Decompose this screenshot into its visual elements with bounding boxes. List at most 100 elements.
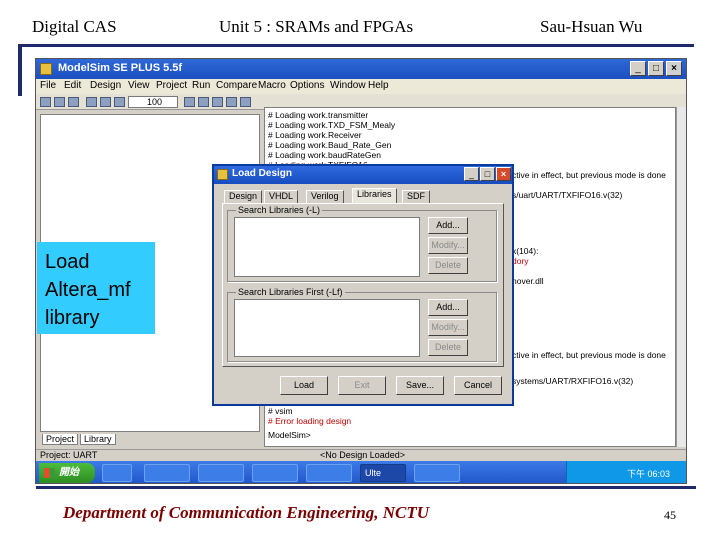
header-accent-bar bbox=[18, 44, 22, 96]
menu-compare[interactable]: Compare bbox=[216, 80, 257, 91]
minimize-button[interactable]: _ bbox=[630, 61, 646, 76]
header-divider bbox=[18, 44, 694, 47]
start-button[interactable]: 開始 bbox=[39, 463, 95, 483]
dialog-minimize-button[interactable]: _ bbox=[464, 167, 479, 181]
taskbar-item[interactable] bbox=[414, 464, 460, 482]
windows-logo-icon bbox=[44, 468, 55, 478]
menu-file[interactable]: File bbox=[40, 80, 56, 91]
exit-button[interactable]: Exit bbox=[338, 376, 386, 395]
status-design: <No Design Loaded> bbox=[320, 450, 406, 460]
menu-options[interactable]: Options bbox=[290, 80, 324, 91]
tab-design[interactable]: Design bbox=[224, 190, 263, 203]
callout-box: Load Altera_mf library bbox=[37, 242, 155, 334]
status-project: Project: UART bbox=[40, 450, 98, 460]
new-file-icon[interactable] bbox=[40, 97, 51, 107]
app-icon bbox=[40, 63, 52, 75]
menu-run[interactable]: Run bbox=[192, 80, 210, 91]
tab-vhdl[interactable]: VHDL bbox=[264, 190, 299, 203]
transcript-line: # Loading work.baudRateGen bbox=[268, 150, 381, 160]
transcript-fragment: hover.dll bbox=[512, 276, 544, 286]
tab-project[interactable]: Project bbox=[42, 434, 79, 445]
transcript-line: # vsim bbox=[268, 406, 293, 416]
dialog-titlebar: Load Design _ □ × bbox=[214, 166, 512, 184]
save-settings-button[interactable]: Save... bbox=[396, 376, 444, 395]
open-file-icon[interactable] bbox=[54, 97, 65, 107]
delete-first-library-button[interactable]: Delete bbox=[428, 339, 468, 356]
status-bar: Project: UART <No Design Loaded> bbox=[36, 449, 686, 461]
save-icon[interactable] bbox=[68, 97, 79, 107]
start-label: 開始 bbox=[59, 467, 79, 478]
tab-library[interactable]: Library bbox=[80, 434, 116, 445]
cancel-button[interactable]: Cancel bbox=[454, 376, 502, 395]
modify-library-button[interactable]: Modify... bbox=[428, 237, 468, 254]
transcript-line: # Loading work.Baud_Rate_Gen bbox=[268, 140, 392, 150]
load-design-dialog: Load Design _ □ × Design VHDL Verilog Li… bbox=[212, 164, 514, 406]
menu-macro[interactable]: Macro bbox=[258, 80, 286, 91]
search-libraries-list[interactable] bbox=[234, 217, 420, 277]
close-button[interactable]: × bbox=[666, 61, 682, 76]
break-icon[interactable] bbox=[240, 97, 251, 107]
transcript-error-line: # Error loading design bbox=[268, 416, 352, 426]
dialog-icon bbox=[217, 169, 228, 180]
menu-bar: File Edit Design View Project Run Compar… bbox=[36, 79, 686, 94]
tab-verilog[interactable]: Verilog bbox=[306, 190, 344, 203]
transcript-fragment: dory bbox=[512, 256, 529, 266]
taskbar-item[interactable] bbox=[306, 464, 352, 482]
app-title: ModelSim SE PLUS 5.5f bbox=[58, 62, 183, 74]
taskbar-quicklaunch[interactable] bbox=[102, 464, 132, 482]
transcript-line: # Loading work.TXD_FSM_Mealy bbox=[268, 120, 396, 130]
delete-library-button[interactable]: Delete bbox=[428, 257, 468, 274]
tab-sdf[interactable]: SDF bbox=[402, 190, 430, 203]
step-icon[interactable] bbox=[198, 97, 209, 107]
app-titlebar: ModelSim SE PLUS 5.5f _ □ × bbox=[36, 59, 686, 79]
search-libraries-group: Search Libraries (-L) Add... Modify... D… bbox=[227, 205, 497, 282]
dialog-title: Load Design bbox=[232, 168, 293, 179]
transcript-fragment: ctive in effect, but previous mode is do… bbox=[512, 170, 666, 180]
taskbar: 開始 Ulte 下午 06:03 bbox=[36, 461, 686, 483]
search-libraries-label: Search Libraries (-L) bbox=[236, 205, 323, 215]
taskbar-item-active[interactable]: Ulte bbox=[360, 464, 406, 482]
command-prompt[interactable]: ModelSim> bbox=[268, 430, 311, 440]
slide-header-title: Unit 5 : SRAMs and FPGAs bbox=[219, 17, 414, 36]
transcript-fragment: x(104): bbox=[512, 246, 539, 256]
search-libraries-first-list[interactable] bbox=[234, 299, 420, 357]
menu-window[interactable]: Window bbox=[330, 80, 366, 91]
modify-first-library-button[interactable]: Modify... bbox=[428, 319, 468, 336]
transcript-fragment: ctive in effect, but previous mode is do… bbox=[512, 350, 666, 360]
transcript-scrollbar[interactable] bbox=[676, 107, 686, 447]
add-first-library-button[interactable]: Add... bbox=[428, 299, 468, 316]
menu-view[interactable]: View bbox=[128, 80, 150, 91]
search-libraries-first-group: Search Libraries First (-Lf) Add... Modi… bbox=[227, 287, 497, 362]
copy-icon[interactable] bbox=[100, 97, 111, 107]
callout-line: library bbox=[45, 307, 100, 329]
slide-header-left: Digital CAS bbox=[32, 17, 117, 36]
dialog-close-button[interactable]: × bbox=[496, 167, 511, 181]
add-library-button[interactable]: Add... bbox=[428, 217, 468, 234]
paste-icon[interactable] bbox=[114, 97, 125, 107]
continue-icon[interactable] bbox=[226, 97, 237, 107]
step-over-icon[interactable] bbox=[212, 97, 223, 107]
search-libraries-first-label: Search Libraries First (-Lf) bbox=[236, 287, 345, 297]
zoom-select[interactable]: 100 bbox=[128, 96, 178, 108]
menu-project[interactable]: Project bbox=[156, 80, 187, 91]
menu-help[interactable]: Help bbox=[368, 80, 389, 91]
maximize-button[interactable]: □ bbox=[648, 61, 664, 76]
taskbar-item[interactable] bbox=[252, 464, 298, 482]
transcript-fragment: s/uart/UART/TXFIFO16.v(32) bbox=[512, 190, 623, 200]
transcript-fragment: systems/UART/RXFIFO16.v(32) bbox=[512, 376, 634, 386]
load-button[interactable]: Load bbox=[280, 376, 328, 395]
taskbar-item[interactable] bbox=[144, 464, 190, 482]
menu-design[interactable]: Design bbox=[90, 80, 121, 91]
cut-icon[interactable] bbox=[86, 97, 97, 107]
system-tray: 下午 06:03 bbox=[566, 461, 686, 483]
clock[interactable]: 下午 06:03 bbox=[627, 467, 670, 480]
page-number: 45 bbox=[664, 508, 676, 522]
menu-edit[interactable]: Edit bbox=[64, 80, 81, 91]
taskbar-item[interactable] bbox=[198, 464, 244, 482]
transcript-line: # Loading work.transmitter bbox=[268, 110, 369, 120]
dialog-maximize-button[interactable]: □ bbox=[480, 167, 495, 181]
callout-line: Altera_mf bbox=[45, 279, 131, 301]
tab-libraries[interactable]: Libraries bbox=[352, 188, 397, 203]
footer-divider bbox=[36, 486, 696, 489]
run-icon[interactable] bbox=[184, 97, 195, 107]
